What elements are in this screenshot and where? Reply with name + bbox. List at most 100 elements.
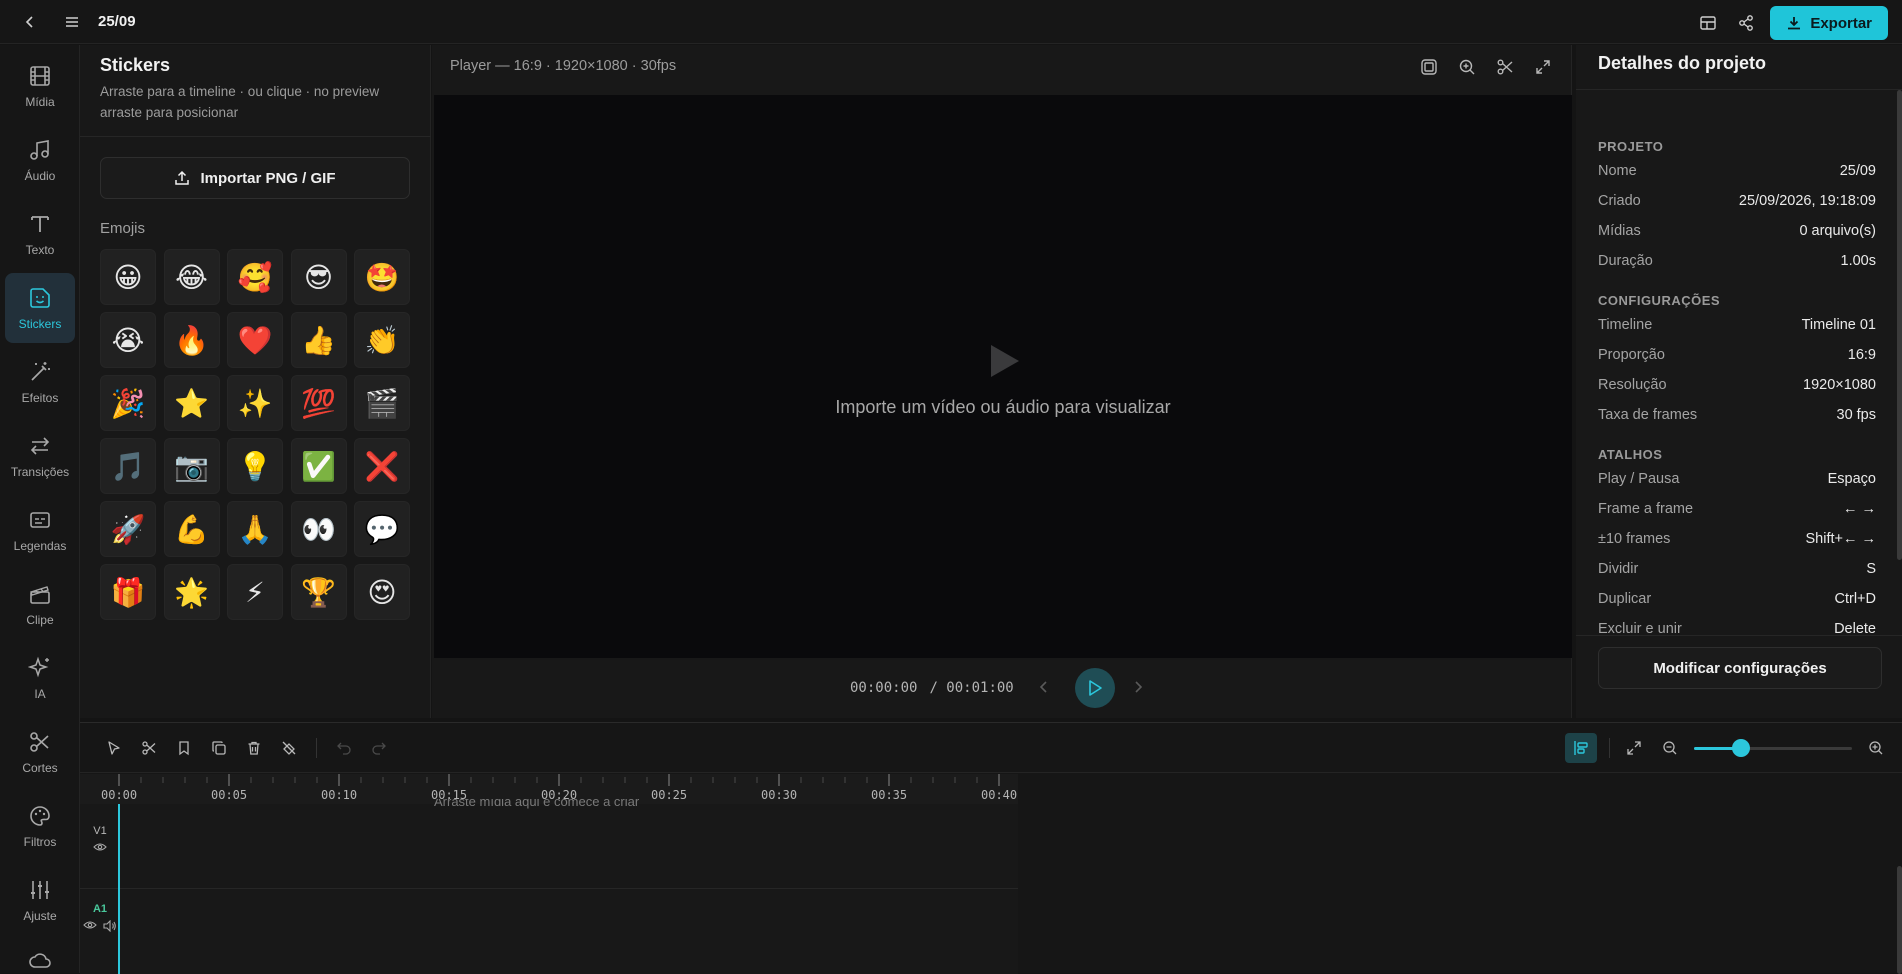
sticker-emoji[interactable]: ✨ bbox=[227, 375, 283, 431]
timeline-panel: 00:00 00:05 00:10 00:15 00:20 00:25 00:30 00:35… bbox=[80, 722, 1902, 974]
slider-thumb[interactable] bbox=[1732, 739, 1751, 757]
sticker-emoji[interactable]: 🚀 bbox=[100, 501, 156, 557]
sticker-emoji[interactable]: 😎 bbox=[290, 249, 347, 305]
rail-item-audio[interactable]: Áudio bbox=[5, 125, 75, 195]
sticker-emoji[interactable]: 💡 bbox=[227, 438, 283, 494]
rail-item-ajuste[interactable]: Ajuste bbox=[5, 865, 75, 935]
speaker-icon[interactable] bbox=[103, 920, 117, 932]
ripple-delete-icon[interactable] bbox=[277, 736, 301, 760]
sticker-emoji[interactable]: 😍 bbox=[354, 564, 410, 620]
layout-icon[interactable] bbox=[1694, 9, 1722, 37]
sticker-emoji[interactable]: 🎁 bbox=[100, 564, 156, 620]
track-divider bbox=[80, 888, 1018, 889]
sticker-emoji[interactable]: 💪 bbox=[163, 501, 220, 557]
safe-area-icon[interactable] bbox=[1417, 55, 1441, 79]
detail-key: Criado bbox=[1598, 193, 1641, 209]
sticker-emoji[interactable]: 🔥 bbox=[163, 312, 220, 368]
sticker-emoji[interactable]: ⭐ bbox=[163, 375, 220, 431]
delete-trash-icon[interactable] bbox=[242, 736, 266, 760]
sticker-emoji[interactable]: ❌ bbox=[354, 438, 410, 494]
preview-viewport[interactable]: Importe um vídeo ou áudio para visualiza… bbox=[434, 95, 1572, 658]
top-bar: 25/09 Exportar bbox=[0, 0, 1902, 44]
undo-icon[interactable] bbox=[332, 736, 356, 760]
sticker-emoji[interactable]: 😂 bbox=[163, 249, 220, 305]
hamburger-menu-icon[interactable] bbox=[58, 8, 86, 36]
detail-row-timeline: Timeline Timeline 01 bbox=[1598, 317, 1876, 333]
emojis-section-label: Emojis bbox=[100, 220, 146, 237]
rail-item-efeitos[interactable]: Efeitos bbox=[5, 347, 75, 417]
sticker-emoji[interactable]: 👀 bbox=[290, 501, 347, 557]
sticker-emoji[interactable]: 🥰 bbox=[227, 249, 283, 305]
detail-value: 1920×1080 bbox=[1803, 377, 1876, 393]
scissors-icon[interactable] bbox=[1493, 55, 1517, 79]
detail-key: Nome bbox=[1598, 163, 1637, 179]
sticker-emoji[interactable]: 🙏 bbox=[227, 501, 283, 557]
sticker-emoji[interactable]: 📷 bbox=[163, 438, 220, 494]
previous-frame-button[interactable] bbox=[1036, 678, 1052, 696]
sticker-icon bbox=[27, 285, 53, 311]
import-png-gif-button[interactable]: Importar PNG / GIF bbox=[100, 157, 410, 199]
rail-label: Texto bbox=[25, 243, 55, 257]
modify-settings-button[interactable]: Modificar configurações bbox=[1598, 647, 1882, 689]
rail-item-legendas[interactable]: Legendas bbox=[5, 495, 75, 565]
swap-arrows-icon bbox=[27, 433, 53, 459]
detail-value: 25/09 bbox=[1839, 163, 1876, 179]
ruler-label: 00:35 bbox=[871, 788, 908, 802]
eye-icon[interactable] bbox=[83, 920, 97, 932]
sticker-emoji[interactable]: 🏆 bbox=[290, 564, 347, 620]
rail-item-ia[interactable]: IA bbox=[5, 643, 75, 713]
rail-item-texto[interactable]: Texto bbox=[5, 199, 75, 269]
sticker-emoji[interactable]: 😭 bbox=[100, 312, 156, 368]
fit-timeline-icon[interactable] bbox=[1622, 736, 1646, 760]
next-frame-button[interactable] bbox=[1130, 678, 1146, 696]
sticker-emoji[interactable]: 💯 bbox=[290, 375, 347, 431]
rail-item-transicoes[interactable]: Transições bbox=[5, 421, 75, 491]
sticker-emoji[interactable]: 🌟 bbox=[163, 564, 220, 620]
select-cursor-icon[interactable] bbox=[102, 736, 126, 760]
eye-icon[interactable] bbox=[80, 842, 120, 852]
back-icon[interactable] bbox=[16, 8, 44, 36]
rail-item-stickers[interactable]: Stickers bbox=[5, 273, 75, 343]
detail-key: Dividir bbox=[1598, 561, 1639, 577]
sticker-emoji[interactable]: 🎵 bbox=[100, 438, 156, 494]
bookmark-icon[interactable] bbox=[172, 736, 196, 760]
fullscreen-icon[interactable] bbox=[1531, 55, 1555, 79]
playhead[interactable] bbox=[118, 804, 120, 974]
detail-key: Proporção bbox=[1598, 347, 1665, 363]
sticker-emoji[interactable]: 🎉 bbox=[100, 375, 156, 431]
detail-value: S bbox=[1866, 561, 1876, 577]
ruler-label: 00:25 bbox=[651, 788, 688, 802]
rail-item-filtros[interactable]: Filtros bbox=[5, 791, 75, 861]
split-scissors-icon[interactable] bbox=[137, 736, 161, 760]
detail-key: Timeline bbox=[1598, 317, 1653, 333]
rail-item-cloud[interactable] bbox=[5, 941, 75, 973]
sticker-emoji[interactable]: 💬 bbox=[354, 501, 410, 557]
zoom-out-icon[interactable] bbox=[1658, 736, 1682, 760]
magnetic-snap-toggle[interactable] bbox=[1565, 733, 1597, 763]
sticker-emoji[interactable]: 👍 bbox=[290, 312, 347, 368]
sticker-emoji[interactable]: ⚡ bbox=[227, 564, 283, 620]
sticker-emoji[interactable]: ✅ bbox=[290, 438, 347, 494]
timeline-zoom-slider[interactable] bbox=[1694, 736, 1852, 760]
sticker-emoji[interactable]: ❤️ bbox=[227, 312, 283, 368]
sticker-emoji[interactable]: 🤩 bbox=[354, 249, 410, 305]
sticker-emoji[interactable]: 🎬 bbox=[354, 375, 410, 431]
tracks-area[interactable] bbox=[80, 804, 1018, 974]
play-button[interactable] bbox=[1075, 668, 1115, 708]
redo-icon[interactable] bbox=[367, 736, 391, 760]
zoom-in-icon[interactable] bbox=[1455, 55, 1479, 79]
details-scrollbar[interactable] bbox=[1897, 90, 1902, 560]
sticker-emoji[interactable]: 😀 bbox=[100, 249, 156, 305]
rail-label: Filtros bbox=[23, 835, 57, 849]
detail-row-criado: Criado 25/09/2026, 19:18:09 bbox=[1598, 193, 1876, 209]
share-icon[interactable] bbox=[1732, 9, 1760, 37]
details-scroll-area[interactable]: PROJETO Nome 25/09 Criado 25/09/2026, 19:1… bbox=[1576, 90, 1902, 680]
timeline-scrollbar[interactable] bbox=[1897, 866, 1902, 974]
export-button[interactable]: Exportar bbox=[1770, 6, 1888, 40]
rail-item-midia[interactable]: Mídia bbox=[5, 51, 75, 121]
zoom-in-icon[interactable] bbox=[1864, 736, 1888, 760]
rail-item-clipe[interactable]: Clipe bbox=[5, 569, 75, 639]
rail-item-cortes[interactable]: Cortes bbox=[5, 717, 75, 787]
duplicate-icon[interactable] bbox=[207, 736, 231, 760]
sticker-emoji[interactable]: 👏 bbox=[354, 312, 410, 368]
